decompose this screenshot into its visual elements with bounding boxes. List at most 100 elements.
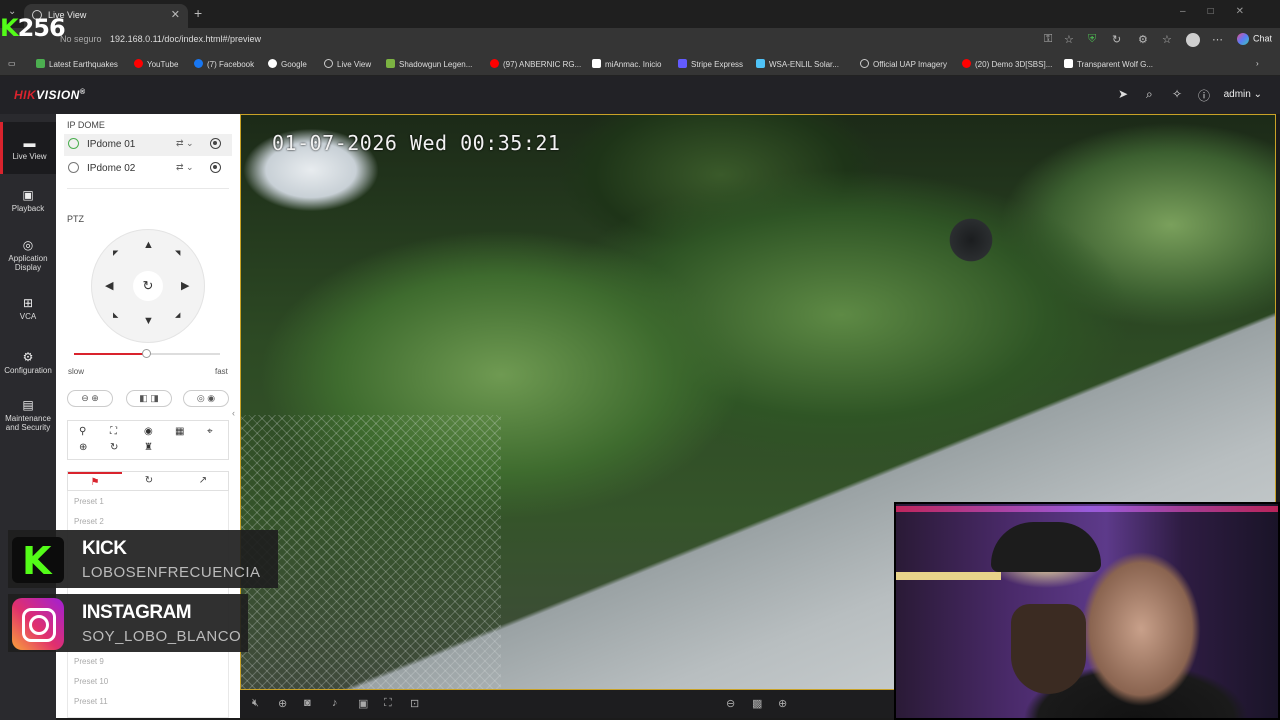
one-touch-icon[interactable]: ◉: [144, 426, 153, 437]
favorites-icon[interactable]: ☆: [1162, 33, 1172, 46]
preset-item[interactable]: Preset 1: [74, 497, 104, 506]
profile-avatar[interactable]: [1186, 33, 1200, 47]
focus-area-icon[interactable]: ⛶: [110, 426, 117, 437]
digital-zoom-icon[interactable]: ⊕: [278, 697, 287, 710]
tab-pattern[interactable]: ↗: [176, 472, 230, 491]
bookmark-item[interactable]: miAnmac. Inicio: [592, 59, 661, 69]
tab-presets[interactable]: ⚑: [68, 472, 122, 491]
iris-buttons[interactable]: ◎ ◉: [183, 390, 229, 407]
record-icon[interactable]: [210, 138, 221, 149]
bookmark-item[interactable]: (20) Demo 3D[SBS]...: [962, 59, 1052, 69]
bookmark-item[interactable]: Transparent Wolf G...: [1064, 59, 1153, 69]
key-icon[interactable]: ⚿: [1044, 33, 1052, 46]
more-menu-icon[interactable]: ⋯: [1212, 33, 1223, 46]
security-label: No seguro: [60, 34, 102, 44]
preset-item[interactable]: Preset 9: [74, 657, 104, 666]
search-icon[interactable]: ⌕: [1146, 87, 1153, 102]
next-icon[interactable]: ⊕: [778, 697, 787, 710]
window-controls[interactable]: –□✕: [1180, 6, 1266, 17]
nav-application-display[interactable]: ◎ Application Display: [0, 238, 56, 272]
wiper-icon[interactable]: ♜: [144, 442, 153, 453]
bookmark-item[interactable]: Latest Earthquakes: [36, 59, 118, 69]
extensions-icon[interactable]: ⚙: [1138, 33, 1148, 46]
camera-item-1[interactable]: IPdome 01 ⇄ ⌄: [64, 134, 232, 156]
instagram-name: INSTAGRAM: [82, 602, 192, 623]
kick-logo-icon: [12, 537, 64, 583]
bookmark-item[interactable]: Official UAP Imagery: [860, 59, 947, 69]
tools-icon[interactable]: ✧: [1172, 87, 1182, 101]
preset-item[interactable]: Preset 10: [74, 677, 108, 686]
auto-scan-button[interactable]: ↻: [133, 271, 163, 301]
ptz-up-button[interactable]: ▲: [143, 239, 154, 251]
ptz-right-button[interactable]: ▶: [181, 279, 189, 292]
tab-patrol[interactable]: ↻: [122, 472, 176, 491]
audio-mute-icon[interactable]: 🔇︎: [252, 697, 259, 710]
address-bar: No seguro 192.168.0.11/doc/index.html#/p…: [0, 28, 1280, 52]
streamer-beard: [1011, 604, 1086, 694]
hikvision-logo: HIKVISION®: [14, 88, 86, 102]
new-tab-icon[interactable]: +: [194, 5, 202, 21]
microphone-icon[interactable]: ♪: [332, 697, 338, 709]
live-view-icon: [324, 59, 333, 68]
url-field[interactable]: No seguro 192.168.0.11/doc/index.html#/p…: [60, 34, 261, 44]
grid-icon[interactable]: ▦: [175, 426, 184, 437]
fullscreen-area-icon[interactable]: ⊡: [410, 697, 419, 710]
refresh-extension-icon[interactable]: ↻: [1112, 33, 1121, 46]
chat-button[interactable]: Chat: [1236, 33, 1272, 45]
focus-buttons[interactable]: ◧ ◨: [126, 390, 172, 407]
ptz-downleft-button[interactable]: ◣: [113, 311, 118, 319]
nav-live-view[interactable]: ▬ Live View: [0, 122, 56, 174]
ptz-upright-button[interactable]: ◥: [175, 249, 180, 257]
more-bookmarks-icon[interactable]: ›: [1256, 59, 1259, 68]
zoom-area-icon[interactable]: ⊕: [79, 442, 87, 453]
nav-configuration[interactable]: ⚙ Configuration: [0, 350, 56, 375]
close-tab-icon[interactable]: ✕: [171, 8, 180, 21]
bookmark-item[interactable]: Google: [268, 59, 307, 69]
ptz-downright-button[interactable]: ◢: [175, 311, 180, 319]
stream-select-icon[interactable]: ⇄ ⌄: [176, 138, 194, 149]
bookmark-item[interactable]: Stripe Express: [678, 59, 743, 69]
light-icon[interactable]: ⚲: [79, 426, 86, 437]
record-clip-icon[interactable]: ▣: [358, 697, 368, 710]
extension-shield-icon[interactable]: ⛨: [1088, 33, 1096, 46]
bookmark-item[interactable]: Shadowgun Legen...: [386, 59, 472, 69]
park-icon[interactable]: ↻: [110, 442, 118, 453]
camera-item-2[interactable]: IPdome 02 ⇄ ⌄: [64, 158, 232, 180]
ptz-upleft-button[interactable]: ◤: [113, 249, 118, 257]
help-icon[interactable]: ⓘ: [1198, 87, 1210, 104]
send-icon[interactable]: ➤: [1118, 87, 1128, 101]
sidebar-toggle-icon[interactable]: ▭: [8, 59, 16, 68]
stop-all-icon[interactable]: ▩: [752, 697, 762, 710]
user-menu[interactable]: admin ⌄: [1224, 89, 1262, 100]
slider-handle[interactable]: [142, 349, 151, 358]
youtube-icon: [962, 59, 971, 68]
preset-item[interactable]: Preset 2: [74, 517, 104, 526]
focus-frame-icon[interactable]: ⛶: [384, 697, 392, 710]
bookmark-item[interactable]: Live View: [324, 59, 371, 69]
camera-status-icon: [68, 162, 79, 173]
group-title: IP DOME: [67, 120, 105, 130]
previous-icon[interactable]: ⊖: [726, 697, 735, 710]
bookmark-item[interactable]: (97) ANBERNIC RG...: [490, 59, 581, 69]
nav-playback[interactable]: ▣ Playback: [0, 188, 56, 213]
ptz-left-button[interactable]: ◀: [105, 279, 113, 292]
bookmark-item[interactable]: YouTube: [134, 59, 178, 69]
streamer-hat: [991, 522, 1101, 572]
nav-vca[interactable]: ⊞ VCA: [0, 296, 56, 321]
stream-select-icon[interactable]: ⇄ ⌄: [176, 162, 194, 173]
nav-maintenance[interactable]: ▤ Maintenance and Security: [0, 398, 56, 432]
capture-icon[interactable]: ◙: [304, 697, 311, 709]
bookmark-star-icon[interactable]: ☆: [1064, 33, 1074, 46]
tracking-icon[interactable]: ⌖: [207, 426, 213, 437]
ptz-speed-slider[interactable]: [74, 349, 220, 358]
bookmark-item[interactable]: (7) Facebook: [194, 59, 254, 69]
bookmark-item[interactable]: WSA-ENLIL Solar...: [756, 59, 839, 69]
collapse-panel-icon[interactable]: ‹: [232, 408, 235, 418]
slider-fill: [74, 353, 147, 355]
record-icon[interactable]: [210, 162, 221, 173]
ptz-down-button[interactable]: ▼: [143, 315, 154, 327]
osd-timestamp: 01-07-2026 Wed 00:35:21: [272, 131, 561, 155]
preset-item[interactable]: Preset 11: [74, 697, 108, 706]
app-icon: ◎: [22, 238, 34, 252]
zoom-buttons[interactable]: ⊖ ⊕: [67, 390, 113, 407]
